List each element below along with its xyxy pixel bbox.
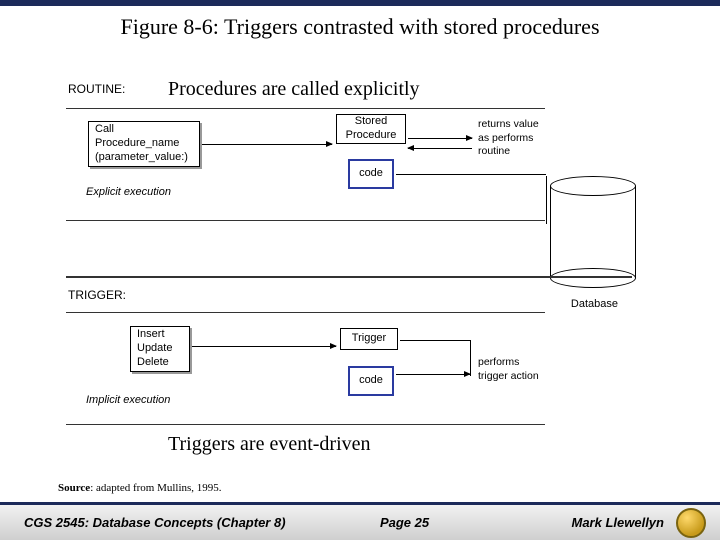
procedures-caption: Procedures are called explicitly: [168, 78, 420, 101]
code-box: code: [348, 159, 394, 189]
divider: [66, 108, 545, 109]
triggers-caption: Triggers are event-driven: [168, 433, 371, 456]
ucf-logo-icon: [676, 508, 706, 538]
connector-line: [546, 176, 547, 224]
connector-line: [396, 174, 546, 175]
footer-page: Page 25: [318, 515, 491, 530]
arrow-icon: [396, 374, 470, 375]
divider: [66, 424, 545, 425]
divider: [66, 220, 545, 221]
trigger-label: TRIGGER:: [68, 288, 126, 302]
arrow-icon: [202, 144, 332, 145]
diagram-area: ROUTINE: Procedures are called explicitl…: [58, 56, 700, 474]
source-text: : adapted from Mullins, 1995.: [90, 482, 221, 494]
returns-note: returns value as performs routine: [478, 118, 586, 159]
database-cylinder-icon: [550, 176, 636, 288]
connector-line: [400, 340, 470, 341]
arrow-icon: [408, 148, 472, 149]
call-procedure-box: Call Procedure_name (parameter_value:): [88, 121, 200, 167]
trigger-box: Trigger: [340, 328, 398, 350]
section-separator: [66, 276, 632, 278]
source-citation: Source: adapted from Mullins, 1995.: [58, 482, 222, 494]
footer-author: Mark Llewellyn: [491, 515, 664, 530]
routine-label: ROUTINE:: [68, 82, 125, 96]
insert-update-delete-box: Insert Update Delete: [130, 326, 190, 372]
figure-title: Figure 8-6: Triggers contrasted with sto…: [0, 6, 720, 46]
slide-footer: CGS 2545: Database Concepts (Chapter 8) …: [0, 502, 720, 540]
arrow-icon: [408, 138, 472, 139]
divider: [66, 312, 545, 313]
code-box: code: [348, 366, 394, 396]
database-label: Database: [571, 298, 618, 310]
performs-note: performs trigger action: [478, 356, 586, 383]
source-prefix: Source: [58, 482, 90, 494]
explicit-label: Explicit execution: [86, 186, 171, 198]
arrow-icon: [192, 346, 336, 347]
footer-course: CGS 2545: Database Concepts (Chapter 8): [0, 515, 318, 530]
stored-procedure-box: Stored Procedure: [336, 114, 406, 144]
implicit-label: Implicit execution: [86, 394, 170, 406]
